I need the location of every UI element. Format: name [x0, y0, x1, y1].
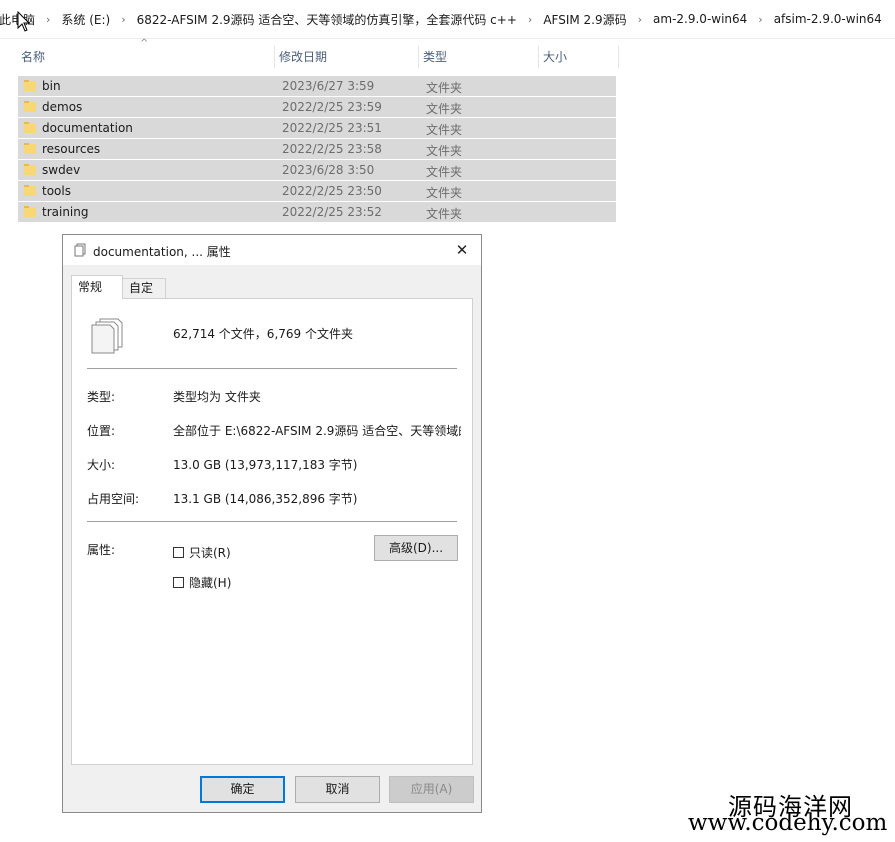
- file-date: 2022/2/25 23:58: [282, 142, 382, 156]
- location-value: 全部位于 E:\6822-AFSIM 2.9源码 适合空、天等领域的: [173, 424, 461, 438]
- folder-icon: [24, 122, 36, 133]
- file-name: tools: [42, 184, 71, 198]
- tab-custom[interactable]: 自定义: [122, 278, 166, 314]
- file-type: 文件夹: [426, 144, 463, 158]
- folder-icon: [24, 206, 36, 217]
- file-date: 2022/2/25 23:59: [282, 100, 382, 114]
- column-size[interactable]: 大小: [539, 46, 619, 68]
- file-name: swdev: [42, 163, 81, 177]
- ok-button[interactable]: 确定: [200, 776, 285, 803]
- readonly-checkbox[interactable]: 只读(R): [173, 544, 231, 561]
- file-row[interactable]: demos 2022/2/25 23:59 文件夹: [18, 97, 616, 117]
- hidden-label: 隐藏(H): [189, 576, 232, 590]
- properties-dialog: documentation, ... 属性 ✕ 常规 自定义 62,714 个文…: [62, 234, 482, 813]
- cancel-button[interactable]: 取消: [295, 776, 380, 803]
- breadcrumb-afsim-win64[interactable]: afsim-2.9.0-win64: [772, 12, 884, 26]
- size-value: 13.0 GB (13,973,117,183 字节): [173, 458, 358, 472]
- file-row[interactable]: resources 2022/2/25 23:58 文件夹: [18, 139, 616, 159]
- file-name: resources: [42, 142, 101, 156]
- type-label: 类型:: [87, 390, 116, 404]
- close-button[interactable]: ✕: [449, 237, 475, 263]
- general-panel: 62,714 个文件，6,769 个文件夹 类型: 类型均为 文件夹 位置: 全…: [71, 298, 473, 765]
- file-row[interactable]: documentation 2022/2/25 23:51 文件夹: [18, 118, 616, 138]
- dialog-title: documentation, ... 属性: [93, 245, 231, 259]
- file-row[interactable]: swdev 2023/6/28 3:50 文件夹: [18, 160, 616, 180]
- mouse-cursor-icon: [17, 11, 31, 32]
- disk-size-value: 13.1 GB (14,086,352,896 字节): [173, 492, 358, 506]
- file-list: bin 2023/6/27 3:59 文件夹 demos 2022/2/25 2…: [18, 76, 616, 223]
- folder-icon: [24, 101, 36, 112]
- multiple-files-icon: [91, 318, 123, 354]
- file-type: 文件夹: [426, 207, 463, 221]
- file-date: 2022/2/25 23:52: [282, 205, 382, 219]
- breadcrumb-chevron-icon[interactable]: ›: [638, 13, 642, 26]
- column-header: 名称 修改日期 类型 大小: [17, 46, 619, 68]
- column-type[interactable]: 类型: [419, 46, 539, 68]
- type-value: 类型均为 文件夹: [173, 390, 261, 404]
- attributes-label: 属性:: [87, 543, 116, 557]
- location-label: 位置:: [87, 424, 116, 438]
- file-count-text: 62,714 个文件，6,769 个文件夹: [173, 327, 353, 341]
- hidden-checkbox-box[interactable]: [173, 577, 184, 588]
- file-type: 文件夹: [426, 123, 463, 137]
- divider: [87, 368, 457, 369]
- file-date: 2023/6/28 3:50: [282, 163, 375, 177]
- breadcrumb-project-folder[interactable]: 6822-AFSIM 2.9源码 适合空、天等领域的仿真引擎，全套源代码 c++: [135, 11, 519, 28]
- breadcrumb-chevron-icon[interactable]: ›: [758, 13, 762, 26]
- breadcrumb: 此电脑 › 系统 (E:) › 6822-AFSIM 2.9源码 适合空、天等领…: [0, 10, 884, 28]
- tab-general[interactable]: 常规: [71, 275, 123, 299]
- breadcrumb-chevron-icon[interactable]: ›: [46, 13, 50, 26]
- file-row[interactable]: bin 2023/6/27 3:59 文件夹: [18, 76, 616, 96]
- file-type: 文件夹: [426, 165, 463, 179]
- readonly-checkbox-box[interactable]: [173, 547, 184, 558]
- folder-icon: [24, 185, 36, 196]
- file-type: 文件夹: [426, 186, 463, 200]
- size-label: 大小:: [87, 458, 116, 472]
- breadcrumb-chevron-icon[interactable]: ›: [121, 13, 125, 26]
- multiple-files-icon: [74, 243, 86, 257]
- file-name: training: [42, 205, 89, 219]
- file-date: 2022/2/25 23:51: [282, 121, 382, 135]
- hidden-checkbox[interactable]: 隐藏(H): [173, 574, 231, 591]
- breadcrumb-afsim-source[interactable]: AFSIM 2.9源码: [541, 11, 628, 28]
- breadcrumb-am-win64[interactable]: am-2.9.0-win64: [651, 12, 749, 26]
- file-row[interactable]: tools 2022/2/25 23:50 文件夹: [18, 181, 616, 201]
- file-type: 文件夹: [426, 81, 463, 95]
- folder-icon: [24, 164, 36, 175]
- disk-size-label: 占用空间:: [87, 492, 140, 506]
- advanced-button[interactable]: 高级(D)...: [374, 535, 458, 561]
- file-name: documentation: [42, 121, 133, 135]
- column-name[interactable]: 名称: [17, 46, 275, 68]
- readonly-label: 只读(R): [189, 546, 231, 560]
- breadcrumb-chevron-icon[interactable]: ›: [528, 13, 532, 26]
- file-name: bin: [42, 79, 61, 93]
- divider: [87, 521, 457, 522]
- breadcrumb-drive-e[interactable]: 系统 (E:): [59, 11, 112, 28]
- folder-icon: [24, 143, 36, 154]
- file-date: 2023/6/27 3:59: [282, 79, 375, 93]
- address-bar[interactable]: 此电脑 › 系统 (E:) › 6822-AFSIM 2.9源码 适合空、天等领…: [0, 0, 895, 39]
- watermark-url: www.codehy.com: [688, 810, 888, 836]
- dialog-titlebar[interactable]: documentation, ... 属性 ✕: [63, 235, 481, 265]
- apply-button[interactable]: 应用(A): [389, 776, 474, 803]
- folder-icon: [24, 80, 36, 91]
- file-name: demos: [42, 100, 83, 114]
- file-row[interactable]: training 2022/2/25 23:52 文件夹: [18, 202, 616, 222]
- file-type: 文件夹: [426, 102, 463, 116]
- file-date: 2022/2/25 23:50: [282, 184, 382, 198]
- column-date[interactable]: 修改日期: [275, 46, 419, 68]
